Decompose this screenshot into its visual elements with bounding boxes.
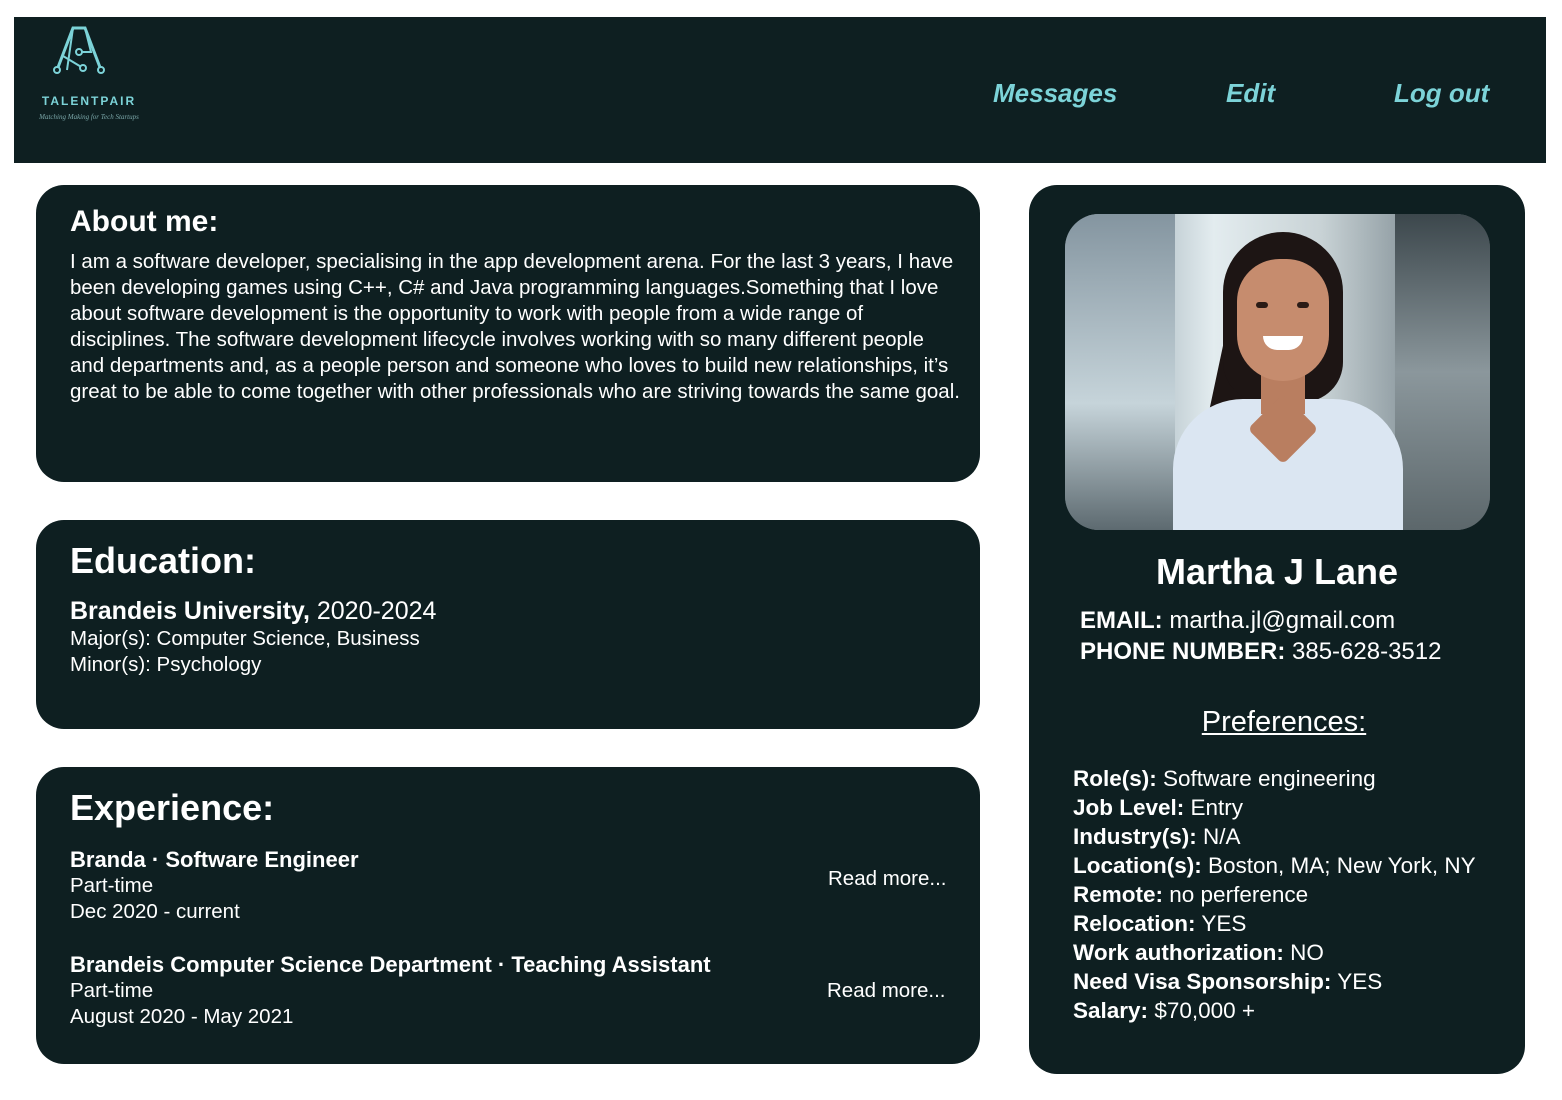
contact-info: EMAIL: martha.jl@gmail.com PHONE NUMBER:…: [1080, 605, 1441, 667]
preference-item: Work authorization: NO: [1073, 938, 1493, 967]
phone-row: PHONE NUMBER: 385-628-3512: [1080, 636, 1441, 667]
read-more-link[interactable]: Read more...: [827, 979, 946, 1003]
preference-label: Relocation:: [1073, 911, 1196, 936]
preference-label: Salary:: [1073, 998, 1149, 1023]
email-label: EMAIL:: [1080, 607, 1163, 634]
nav-edit-link[interactable]: Edit: [1226, 78, 1275, 109]
experience-item-type: Part-time: [70, 874, 154, 897]
preference-value: $70,000 +: [1148, 998, 1256, 1023]
preference-value: Entry: [1184, 795, 1244, 820]
brand-tagline: Matching Making for Tech Startups: [39, 113, 139, 121]
education-minor: Minor(s): Psychology: [70, 653, 262, 676]
preferences-title: Preferences:: [1201, 706, 1367, 738]
experience-title: Experience:: [70, 787, 275, 828]
phone-value: 385-628-3512: [1285, 638, 1442, 665]
experience-item-dates: Dec 2020 - current: [70, 900, 240, 923]
nav-messages-link[interactable]: Messages: [993, 78, 1117, 109]
experience-item-title: Brandeis Computer Science Department · T…: [70, 952, 711, 977]
preference-label: Remote:: [1073, 882, 1164, 907]
experience-item: Brandeis Computer Science Department · T…: [70, 952, 711, 1030]
preference-label: Work authorization:: [1073, 940, 1284, 965]
preference-item: Remote: no perference: [1073, 880, 1493, 909]
preference-label: Industry(s):: [1073, 824, 1197, 849]
experience-item: Branda · Software Engineer Part-time Dec…: [70, 847, 359, 925]
preference-label: Job Level:: [1073, 795, 1185, 820]
email-value: martha.jl@gmail.com: [1162, 607, 1396, 634]
experience-card: Experience: Branda · Software Engineer P…: [36, 767, 980, 1064]
ai-circuit-logo-icon: [53, 26, 105, 74]
preference-label: Need Visa Sponsorship:: [1073, 969, 1332, 994]
preference-item: Role(s): Software engineering: [1073, 764, 1493, 793]
experience-item-type: Part-time: [70, 979, 154, 1002]
preference-item: Industry(s): N/A: [1073, 822, 1493, 851]
profile-card: Martha J Lane EMAIL: martha.jl@gmail.com…: [1029, 185, 1525, 1074]
education-school-line: Brandeis University, 2020-2024: [70, 596, 436, 626]
profile-photo: [1065, 214, 1490, 530]
preference-item: Salary: $70,000 +: [1073, 996, 1493, 1025]
preference-value: YES: [1195, 911, 1247, 936]
preference-value: N/A: [1196, 824, 1241, 849]
education-years: 2020-2024: [309, 597, 437, 625]
preference-item: Location(s): Boston, MA; New York, NY: [1073, 851, 1493, 880]
preference-label: Location(s):: [1073, 853, 1202, 878]
about-me-card: About me: I am a software developer, spe…: [36, 185, 980, 482]
education-card: Education: Brandeis University, 2020-202…: [36, 520, 980, 729]
education-school: Brandeis University,: [70, 597, 310, 625]
preference-item: Need Visa Sponsorship: YES: [1073, 967, 1493, 996]
experience-item-dates: August 2020 - May 2021: [70, 1005, 294, 1028]
preference-value: Boston, MA; New York, NY: [1201, 853, 1476, 878]
phone-label: PHONE NUMBER:: [1080, 638, 1286, 665]
email-row: EMAIL: martha.jl@gmail.com: [1080, 605, 1441, 636]
education-title: Education:: [70, 540, 256, 581]
preference-label: Role(s):: [1073, 766, 1157, 791]
education-entry: Brandeis University, 2020-2024 Major(s):…: [70, 596, 436, 678]
top-navbar: [14, 17, 1546, 163]
preference-item: Job Level: Entry: [1073, 793, 1493, 822]
preference-value: Software engineering: [1156, 766, 1376, 791]
experience-item-title: Branda · Software Engineer: [70, 847, 359, 872]
brand-name: TALENTPAIR: [41, 94, 137, 108]
about-me-text: I am a software developer, specialising …: [70, 250, 960, 403]
nav-logout-link[interactable]: Log out: [1394, 78, 1489, 109]
about-me-title: About me:: [70, 205, 219, 238]
preference-value: no perference: [1163, 882, 1309, 907]
profile-name: Martha J Lane: [1155, 551, 1399, 592]
talentpair-logo[interactable]: TALENTPAIR Matching Making for Tech Star…: [14, 20, 148, 130]
read-more-link[interactable]: Read more...: [828, 867, 947, 891]
preferences-list: Role(s): Software engineering Job Level:…: [1073, 764, 1493, 1025]
preference-value: NO: [1283, 940, 1324, 965]
education-major: Major(s): Computer Science, Business: [70, 627, 420, 650]
preference-item: Relocation: YES: [1073, 909, 1493, 938]
preference-value: YES: [1331, 969, 1383, 994]
